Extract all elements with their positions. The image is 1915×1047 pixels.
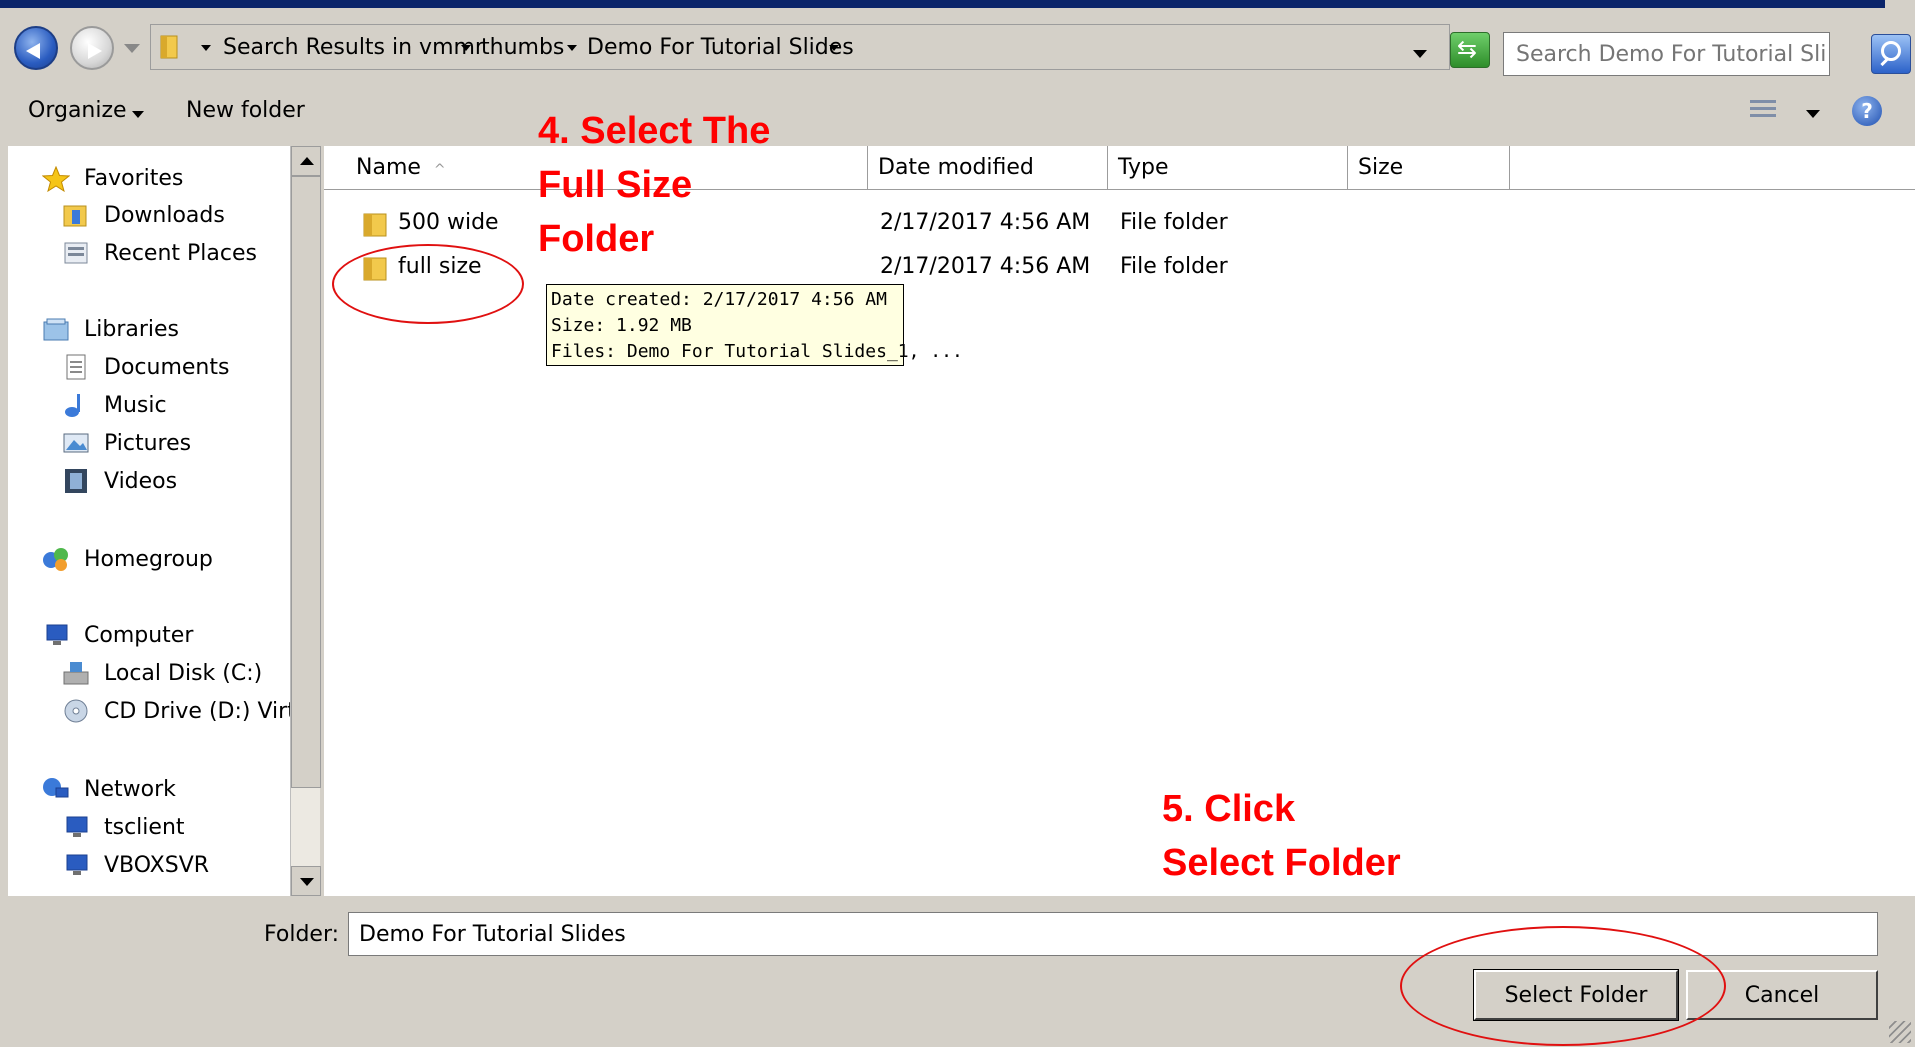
step4-line: 4. Select The (538, 110, 771, 152)
file-name: 500 wide (398, 210, 499, 235)
column-header-size[interactable]: Size (1348, 146, 1510, 190)
sort-ascending-icon: ^ (433, 162, 446, 178)
organize-button[interactable]: Organize (28, 98, 127, 123)
address-bar-area: Search Results in vmmr thumbs Demo For T… (0, 8, 1915, 84)
step5-line: 5. Click (1162, 788, 1296, 830)
tooltip-files: Files: Demo For Tutorial Slides_1, ... (551, 341, 963, 362)
sidebar-item-homegroup[interactable]: Homegroup (84, 545, 213, 575)
resize-grip-icon[interactable] (1889, 1021, 1911, 1043)
star-icon (42, 166, 70, 192)
chevron-down-icon[interactable] (1806, 110, 1820, 118)
help-icon[interactable]: ? (1852, 96, 1882, 126)
breadcrumb-arrow-icon[interactable] (567, 45, 577, 51)
chevron-down-icon[interactable] (132, 111, 144, 118)
scroll-up-icon[interactable] (291, 146, 321, 176)
file-date: 2/17/2017 4:56 AM (880, 210, 1091, 235)
refresh-icon[interactable] (1450, 32, 1490, 68)
sidebar-item-vboxsvr[interactable]: VBOXSVR (104, 851, 209, 881)
tooltip-size: Size: 1.92 MB (551, 315, 692, 336)
sidebar-item-documents[interactable]: Documents (104, 353, 229, 383)
sidebar-item-videos[interactable]: Videos (104, 467, 177, 497)
column-header-type[interactable]: Type (1108, 146, 1348, 190)
scroll-down-icon[interactable] (291, 866, 321, 896)
sidebar-item-network[interactable]: Network (84, 775, 176, 805)
back-arrow-icon[interactable] (14, 26, 58, 70)
breadcrumb-search-results[interactable]: Search Results in vmmr (223, 33, 484, 63)
folder-icon (363, 213, 387, 237)
column-header-filler (1510, 146, 1915, 190)
cd-drive-icon (64, 699, 88, 723)
step4-annotation: 4. Select The Full Size Folder (538, 104, 770, 266)
recent-places-icon (64, 242, 88, 264)
sidebar-item-pictures[interactable]: Pictures (104, 429, 191, 459)
videos-icon (65, 469, 87, 493)
highlight-circle (1400, 926, 1726, 1046)
command-toolbar: Organize New folder ? (0, 84, 1915, 140)
titlebar-corner (1885, 0, 1915, 8)
disk-icon (63, 662, 89, 685)
highlight-circle (332, 244, 524, 324)
address-box[interactable]: Search Results in vmmr thumbs Demo For T… (150, 24, 1450, 70)
step5-line: Select Folder (1162, 842, 1401, 884)
forward-arrow-icon[interactable] (70, 26, 114, 70)
file-type: File folder (1120, 210, 1228, 235)
breadcrumb-arrow-icon[interactable] (829, 45, 839, 51)
file-type: File folder (1120, 254, 1228, 279)
breadcrumb-thumbs[interactable]: thumbs (481, 33, 564, 63)
sidebar-item-tsclient[interactable]: tsclient (104, 813, 185, 843)
pictures-icon (63, 433, 89, 453)
computer-icon (66, 816, 88, 837)
homegroup-icon (43, 548, 68, 571)
step4-line: Folder (538, 218, 655, 260)
computer-icon (46, 624, 68, 645)
navigation-scrollbar[interactable] (290, 146, 321, 896)
address-dropdown-icon[interactable] (1413, 50, 1427, 58)
breadcrumb-arrow-icon[interactable] (461, 45, 471, 51)
music-icon (65, 394, 80, 417)
libraries-icon (43, 318, 69, 341)
sidebar-item-favorites[interactable]: Favorites (84, 164, 183, 194)
views-icon[interactable] (1750, 98, 1776, 122)
computer-icon (66, 854, 88, 875)
sidebar-item-downloads[interactable]: Downloads (104, 201, 225, 231)
step5-annotation: 5. Click Select Folder (1162, 782, 1401, 890)
column-name-label: Name (356, 155, 421, 180)
sidebar-item-recent-places[interactable]: Recent Places (104, 239, 257, 269)
sidebar-item-computer[interactable]: Computer (84, 621, 193, 651)
breadcrumb-arrow-icon[interactable] (201, 45, 211, 51)
file-date: 2/17/2017 4:56 AM (880, 254, 1091, 279)
network-icon (43, 778, 69, 798)
breadcrumb-demo-folder[interactable]: Demo For Tutorial Slides (587, 33, 854, 63)
sidebar-item-music[interactable]: Music (104, 391, 167, 421)
documents-icon (66, 354, 86, 380)
table-row[interactable]: 500 wide 2/17/2017 4:56 AM File folder (324, 206, 1524, 242)
search-input[interactable] (1503, 32, 1830, 76)
folder-icon (160, 35, 178, 59)
search-icon[interactable] (1871, 34, 1911, 74)
sidebar-item-local-disk[interactable]: Local Disk (C:) (104, 659, 262, 689)
folder-tooltip: Date created: 2/17/2017 4:56 AM Size: 1.… (546, 284, 963, 366)
column-header-date[interactable]: Date modified (868, 146, 1108, 190)
step4-line: Full Size (538, 164, 693, 206)
folder-label: Folder: (264, 922, 340, 947)
new-folder-button[interactable]: New folder (186, 98, 305, 123)
history-dropdown-icon[interactable] (124, 44, 140, 53)
navigation-pane: Favorites Downloads Recent Places Librar… (8, 146, 310, 896)
downloads-folder-icon (63, 205, 87, 227)
tooltip-date-created: Date created: 2/17/2017 4:56 AM (551, 289, 887, 310)
window-titlebar (0, 0, 1915, 8)
sidebar-item-cd-drive[interactable]: CD Drive (D:) Virtu (104, 697, 310, 727)
scroll-thumb[interactable] (291, 176, 321, 788)
sidebar-item-libraries[interactable]: Libraries (84, 315, 179, 345)
